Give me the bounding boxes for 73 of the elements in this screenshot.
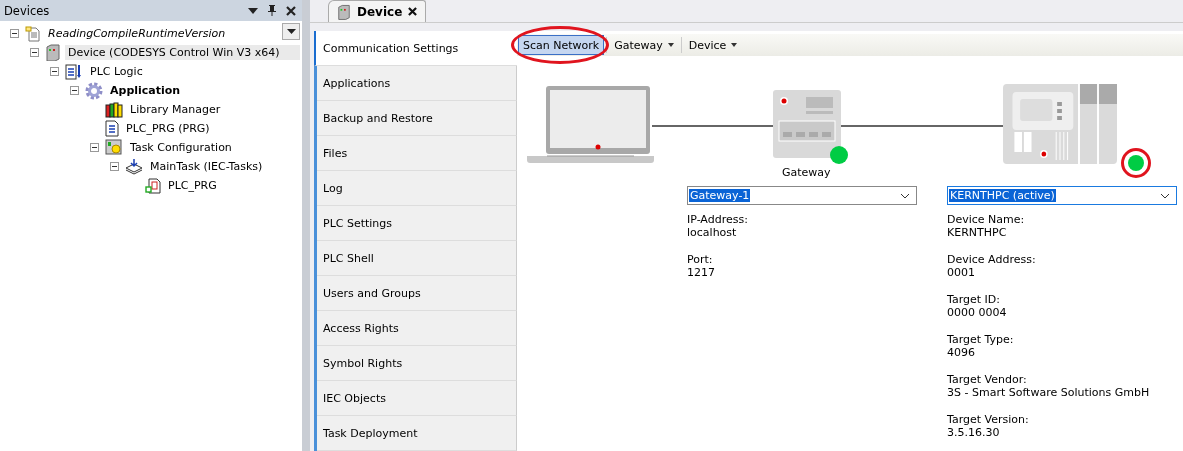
field-label: Port: <box>687 253 714 266</box>
device-dropdown[interactable]: KERNTHPC (active) <box>947 186 1177 205</box>
field-label: Device Address: <box>947 253 1037 266</box>
field-value: 3.5.16.30 <box>947 426 1001 439</box>
field-value: 0001 <box>947 266 976 279</box>
caret-icon <box>286 29 296 34</box>
document-icon <box>25 25 41 42</box>
collapse-icon[interactable] <box>10 29 19 38</box>
settings-tab[interactable]: Access Rights <box>317 311 517 346</box>
gateway-drawing <box>773 90 841 158</box>
tree-item[interactable]: Application <box>107 83 184 98</box>
field-value: 4096 <box>947 346 976 359</box>
tree-item[interactable]: Library Manager <box>127 102 224 117</box>
settings-tab[interactable]: Applications <box>317 66 517 101</box>
field-label: Target Version: <box>947 413 1030 426</box>
field-label: Device Name: <box>947 213 1026 226</box>
field-value: 1217 <box>687 266 716 279</box>
settings-tab[interactable]: Users and Groups <box>317 276 517 311</box>
tree-item[interactable]: PLC_PRG (PRG) <box>123 121 213 136</box>
tree-item[interactable]: MainTask (IEC-Tasks) <box>147 159 266 174</box>
close-icon[interactable] <box>408 7 418 16</box>
dropdown-icon[interactable] <box>248 7 258 14</box>
menu-button[interactable]: Gateway <box>609 35 679 55</box>
tree-item[interactable]: Task Configuration <box>127 140 235 155</box>
settings-tab[interactable]: Task Deployment <box>317 416 517 451</box>
field-label: IP-Address: <box>687 213 749 226</box>
tree-item[interactable]: Device (CODESYS Control Win V3 x64) <box>65 45 300 60</box>
settings-tab[interactable]: Communication Settings <box>314 31 517 66</box>
task-configuration-icon <box>105 139 123 156</box>
field-value: 3S - Smart Software Solutions GmbH <box>947 386 1151 399</box>
gear-icon <box>85 81 103 100</box>
tab-label: Device <box>357 4 403 19</box>
dropdown-button[interactable] <box>282 23 300 40</box>
editor-tab[interactable]: Device <box>328 0 427 22</box>
tree-item[interactable]: ReadingCompileRuntimeVersion <box>45 26 229 41</box>
settings-tab[interactable]: Backup and Restore <box>317 101 517 136</box>
chevron-icon <box>1160 192 1170 199</box>
settings-tab[interactable]: IEC Objects <box>317 381 517 416</box>
device-icon <box>337 3 351 20</box>
books-icon <box>105 101 123 118</box>
collapse-icon[interactable] <box>90 143 99 152</box>
caret-icon <box>731 43 738 47</box>
settings-tab[interactable]: PLC Shell <box>317 241 517 276</box>
chevron-icon <box>900 192 910 199</box>
settings-tab[interactable]: PLC Settings <box>317 206 517 241</box>
device-icon <box>45 44 61 61</box>
field-value: localhost <box>687 226 738 239</box>
collapse-icon[interactable] <box>70 86 79 95</box>
field-value: 0000 0004 <box>947 306 1008 319</box>
task-icon <box>125 158 143 175</box>
tree-item[interactable]: PLC_PRG <box>165 178 220 193</box>
field-value: KERNTHPC <box>947 226 1008 239</box>
panel-title: Devices <box>4 3 51 18</box>
gateway-dropdown[interactable]: Gateway-1 <box>687 186 917 205</box>
field-label: Target Type: <box>947 333 1015 346</box>
pin-icon[interactable] <box>268 5 276 16</box>
field-label: Target Vendor: <box>947 373 1028 386</box>
close-icon[interactable] <box>286 5 296 16</box>
toolbar-button[interactable]: Scan Network <box>518 35 605 55</box>
caret-icon <box>667 43 674 47</box>
tree-item[interactable]: PLC Logic <box>87 64 146 79</box>
settings-tab[interactable]: Symbol Rights <box>317 346 517 381</box>
settings-tab[interactable]: Files <box>317 136 517 171</box>
menu-button[interactable]: Device <box>683 35 743 55</box>
collapse-icon[interactable] <box>110 162 119 171</box>
settings-tab[interactable]: Log <box>317 171 517 206</box>
gateway-label: Gateway <box>782 166 831 179</box>
document-icon <box>105 120 119 137</box>
field-label: Target ID: <box>947 293 1001 306</box>
logic-icon <box>65 63 83 80</box>
collapse-icon[interactable] <box>50 67 59 76</box>
collapse-icon[interactable] <box>30 48 39 57</box>
program-call-icon <box>145 177 161 194</box>
